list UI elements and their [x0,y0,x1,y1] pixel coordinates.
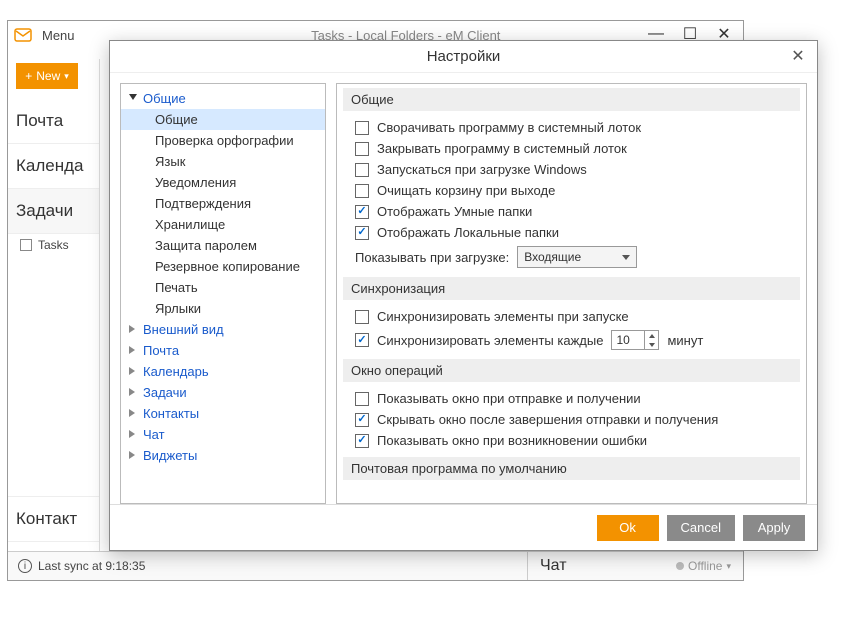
checkbox-sync-every[interactable] [355,333,369,347]
chat-status-label: Offline [688,559,722,573]
tree-general-notif[interactable]: Уведомления [121,172,325,193]
plus-icon: + [25,69,32,83]
dialog-footer: Ok Cancel Apply [110,504,817,550]
nav-tasks-sub[interactable]: Tasks [8,234,99,260]
tree-general-backup[interactable]: Резервное копирование [121,256,325,277]
dialog-title: Настройки [427,48,501,65]
tree-general-general[interactable]: Общие [121,109,325,130]
chat-label: Чат [540,557,567,575]
tree-mail[interactable]: Почта [121,340,325,361]
tree-chat[interactable]: Чат [121,424,325,445]
option-label: Отображать Умные папки [377,204,532,219]
menu-button[interactable]: Menu [42,28,75,43]
chevron-down-icon: ▾ [726,561,731,572]
option-label: Показывать окно при возникновении ошибки [377,433,647,448]
sidebar: + New ▾ Почта Календа Задачи Tasks Конта… [8,59,100,572]
option-label: Показывать окно при отправке и получении [377,391,641,406]
new-button-label: New [36,69,60,83]
checkbox-hide-after[interactable] [355,413,369,427]
tree-appearance[interactable]: Внешний вид [121,319,325,340]
section-opwin-header: Окно операций [343,359,800,382]
option-label: Отображать Локальные папки [377,225,559,240]
tree-contacts[interactable]: Контакты [121,403,325,424]
new-button[interactable]: + New ▾ [16,63,78,89]
checkbox-run-startup[interactable] [355,163,369,177]
settings-panel: Общие Сворачивать программу в системный … [336,83,807,504]
option-label: Скрывать окно после завершения отправки … [377,412,718,427]
option-label: Запускаться при загрузке Windows [377,162,587,177]
startup-show-select[interactable]: Входящие [517,246,637,268]
sync-status: Last sync at 9:18:35 [38,559,145,573]
checkbox-icon [20,239,32,251]
tree-general-spell[interactable]: Проверка орфографии [121,130,325,151]
app-icon [14,26,32,44]
option-label: Синхронизировать элементы при запуске [377,309,629,324]
checkbox-show-error[interactable] [355,434,369,448]
chat-status[interactable]: Offline ▾ [676,559,731,573]
dialog-titlebar: Настройки ✕ [110,41,817,73]
tree-general-confirm[interactable]: Подтверждения [121,193,325,214]
settings-tree: Общие Общие Проверка орфографии Язык Уве… [120,83,326,504]
sync-interval-input[interactable]: 10 [611,330,645,350]
apply-button[interactable]: Apply [743,515,805,541]
ok-button[interactable]: Ok [597,515,659,541]
option-label: Закрывать программу в системный лоток [377,141,627,156]
sync-interval-spinner[interactable] [645,330,659,350]
section-sync-header: Синхронизация [343,277,800,300]
tree-calendar[interactable]: Календарь [121,361,325,382]
info-icon: i [18,559,32,573]
settings-dialog: Настройки ✕ Общие Общие Проверка орфогра… [109,40,818,551]
chevron-down-icon: ▾ [64,71,69,82]
nav-contacts[interactable]: Контакт [8,496,99,542]
tree-general-print[interactable]: Печать [121,277,325,298]
option-label: Сворачивать программу в системный лоток [377,120,641,135]
nav-mail[interactable]: Почта [8,99,99,144]
tree-widgets[interactable]: Виджеты [121,445,325,466]
nav-tasks[interactable]: Задачи [8,189,99,234]
tree-general-password[interactable]: Защита паролем [121,235,325,256]
cancel-button[interactable]: Cancel [667,515,735,541]
section-default-mail-header: Почтовая программа по умолчанию [343,457,800,480]
tree-general-storage[interactable]: Хранилище [121,214,325,235]
checkbox-show-local[interactable] [355,226,369,240]
startup-show-label: Показывать при загрузке: [355,250,509,265]
checkbox-show-sendrecv[interactable] [355,392,369,406]
checkbox-show-smart[interactable] [355,205,369,219]
option-label: Очищать корзину при выходе [377,183,555,198]
status-dot-icon [676,562,684,570]
dialog-close-button[interactable]: ✕ [787,45,809,67]
checkbox-empty-trash[interactable] [355,184,369,198]
checkbox-sync-start[interactable] [355,310,369,324]
chat-panel[interactable]: Чат Offline ▾ [527,551,743,580]
nav-tasks-sub-label: Tasks [38,238,69,252]
tree-general-lang[interactable]: Язык [121,151,325,172]
checkbox-close-tray[interactable] [355,142,369,156]
tree-general[interactable]: Общие [121,88,325,109]
option-label: Синхронизировать элементы каждые [377,333,603,348]
tree-tasks[interactable]: Задачи [121,382,325,403]
nav-calendar[interactable]: Календа [8,144,99,189]
checkbox-minimize-tray[interactable] [355,121,369,135]
sync-unit-label: минут [667,333,703,348]
tree-general-shortcuts[interactable]: Ярлыки [121,298,325,319]
section-general-header: Общие [343,88,800,111]
